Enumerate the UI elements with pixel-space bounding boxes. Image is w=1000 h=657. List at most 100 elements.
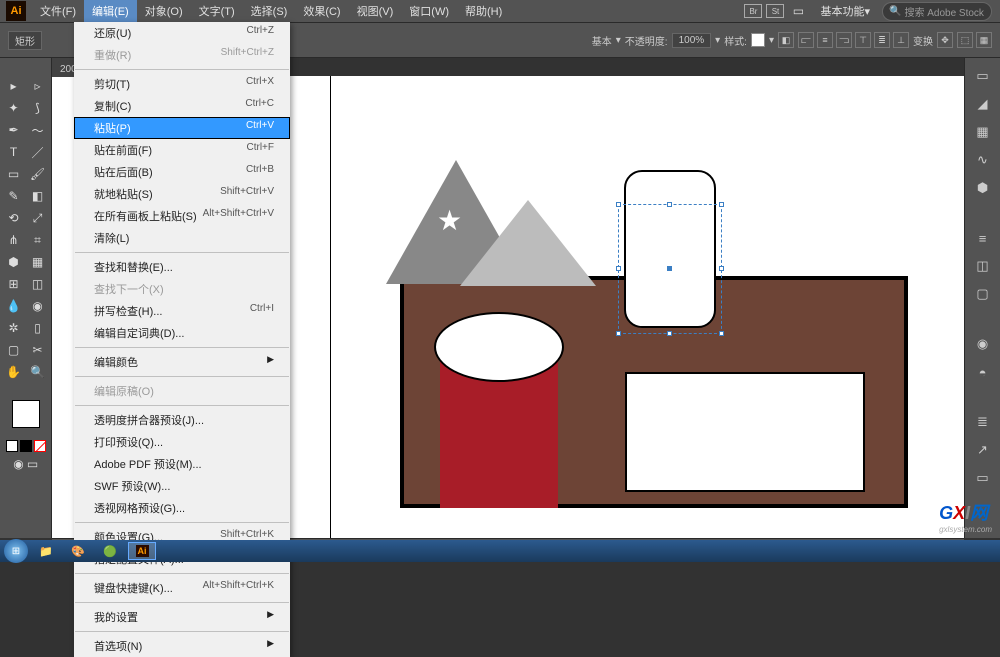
menu-item[interactable]: Adobe PDF 预设(M)... [74,453,290,475]
menu-item[interactable]: 就地粘贴(S)Shift+Ctrl+V [74,183,290,205]
taskbar-explorer-icon[interactable]: 📁 [32,542,60,560]
graphic-styles-icon[interactable]: ◓ [973,362,993,382]
menu-item[interactable]: 首选项(N)▶ [74,635,290,657]
menu-item[interactable]: 打印预设(Q)... [74,431,290,453]
hand-icon[interactable]: ✋ [4,362,24,382]
scale-icon[interactable]: ⤢ [28,208,48,228]
graph-icon[interactable]: ▯ [28,318,48,338]
menu-help[interactable]: 帮助(H) [457,0,510,22]
taskbar-paint-icon[interactable]: 🎨 [64,542,92,560]
properties-panel-icon[interactable]: ▭ [973,66,993,86]
isolate-icon[interactable]: ⬚ [957,32,973,48]
arrange-icon[interactable]: ▭ [788,1,808,21]
artboard-icon[interactable]: ▢ [4,340,24,360]
menu-item[interactable]: 编辑自定词典(D)... [74,322,290,344]
mesh-icon[interactable]: ⊞ [4,274,24,294]
menu-item[interactable]: 我的设置▶ [74,606,290,628]
menu-edit[interactable]: 编辑(E) [84,0,137,22]
eraser-icon[interactable]: ◧ [28,186,48,206]
menu-item[interactable]: 透明度拼合器预设(J)... [74,409,290,431]
type-tool-icon[interactable]: T [4,142,24,162]
screen-mode-icon[interactable]: ▭ [27,458,39,470]
blend-icon[interactable]: ◉ [28,296,48,316]
selection-bounding-box[interactable] [618,204,722,334]
star-icon[interactable]: ★ [437,204,462,237]
shape-builder-icon[interactable]: ⬢ [4,252,24,272]
color-mode-toggles[interactable] [6,440,46,452]
style-basic[interactable]: 基本 [592,33,612,48]
rotate-icon[interactable]: ⟲ [4,208,24,228]
align-vcenter-icon[interactable]: ≣ [874,32,890,48]
artboards-panel-icon[interactable]: ▭ [973,468,993,488]
sel-center[interactable] [667,266,672,271]
menu-item[interactable]: 查找和替换(E)... [74,256,290,278]
menu-item[interactable]: 在所有画板上粘贴(S)Alt+Shift+Ctrl+V [74,205,290,227]
brush-tool-icon[interactable]: 🖌 [28,164,48,184]
menu-item[interactable]: 拼写检查(H)...Ctrl+I [74,300,290,322]
menu-item[interactable]: 透视网格预设(G)... [74,497,290,519]
menu-item[interactable]: 剪切(T)Ctrl+X [74,73,290,95]
transform-icon[interactable]: ✥ [937,32,953,48]
slice-icon[interactable]: ✂ [28,340,48,360]
pen-tool-icon[interactable]: ✒ [4,120,24,140]
stock-icon[interactable]: St [766,4,784,18]
style-swatch[interactable] [751,33,765,47]
align-bottom-icon[interactable]: ⊥ [893,32,909,48]
width-icon[interactable]: ⋔ [4,230,24,250]
menu-window[interactable]: 窗口(W) [401,0,457,22]
menu-text[interactable]: 文字(T) [191,0,243,22]
rect-tool-icon[interactable]: ▭ [4,164,24,184]
draw-mode-icon[interactable]: ◉ [13,458,25,470]
free-transform-icon[interactable]: ⌗ [28,230,48,250]
menu-item[interactable]: 粘贴(P)Ctrl+V [74,117,290,139]
menu-item[interactable]: 清除(L) [74,227,290,249]
sel-handle[interactable] [667,331,672,336]
gradient-panel-icon[interactable]: ◫ [973,256,993,276]
swatches-panel-icon[interactable]: ▦ [973,122,993,142]
opacity-value[interactable]: 100% [672,33,712,48]
taskbar-browser-icon[interactable]: 🟢 [96,542,124,560]
perspective-icon[interactable]: ▦ [28,252,48,272]
search-input[interactable]: 🔍搜索 Adobe Stock [882,2,992,21]
align-right-icon[interactable]: ⫎ [836,32,852,48]
menu-view[interactable]: 视图(V) [349,0,402,22]
shape-white-rect[interactable] [625,372,865,492]
taskbar-ai-icon[interactable]: Ai [128,542,156,560]
sel-handle[interactable] [616,266,621,271]
magic-wand-icon[interactable]: ✦ [4,98,24,118]
brushes-panel-icon[interactable]: ∿ [973,150,993,170]
align-icons[interactable]: ⫍ ≡ ⫎ ⊤ ≣ ⊥ [798,32,909,48]
symbol-spray-icon[interactable]: ✲ [4,318,24,338]
sel-handle[interactable] [719,331,724,336]
transform-label[interactable]: 变换 [913,33,933,48]
layers-panel-icon[interactable]: ≣ [973,412,993,432]
gradient-mode-icon[interactable] [20,440,32,452]
start-button[interactable]: ⊞ [4,539,28,563]
asset-export-icon[interactable]: ↗ [973,440,993,460]
align-left-icon[interactable]: ⫍ [798,32,814,48]
edit-icon[interactable]: ▦ [976,32,992,48]
sel-handle[interactable] [616,331,621,336]
shape-light-triangle[interactable] [460,200,596,286]
sel-handle[interactable] [719,266,724,271]
transparency-panel-icon[interactable]: ▢ [973,284,993,304]
menu-item[interactable]: 编辑颜色▶ [74,351,290,373]
workspace-switcher[interactable]: 基本功能 ▾ [812,0,878,22]
menu-item[interactable]: 还原(U)Ctrl+Z [74,22,290,44]
shape-ellipse[interactable] [434,312,564,382]
symbols-panel-icon[interactable]: ⬢ [973,178,993,198]
color-mode-icon[interactable] [6,440,18,452]
eyedrop-icon[interactable]: 💧 [4,296,24,316]
lasso-icon[interactable]: ⟆ [28,98,48,118]
menu-effect[interactable]: 效果(C) [295,0,348,22]
sel-handle[interactable] [667,202,672,207]
doc-setup-icon[interactable]: ◧ [778,32,794,48]
align-top-icon[interactable]: ⊤ [855,32,871,48]
zoom-icon[interactable]: 🔍 [28,362,48,382]
bridge-icon[interactable]: Br [744,4,762,18]
menu-item[interactable]: 贴在前面(F)Ctrl+F [74,139,290,161]
menu-item[interactable]: 贴在后面(B)Ctrl+B [74,161,290,183]
menu-object[interactable]: 对象(O) [137,0,191,22]
line-tool-icon[interactable]: ／ [28,142,48,162]
menu-item[interactable]: 键盘快捷键(K)...Alt+Shift+Ctrl+K [74,577,290,599]
